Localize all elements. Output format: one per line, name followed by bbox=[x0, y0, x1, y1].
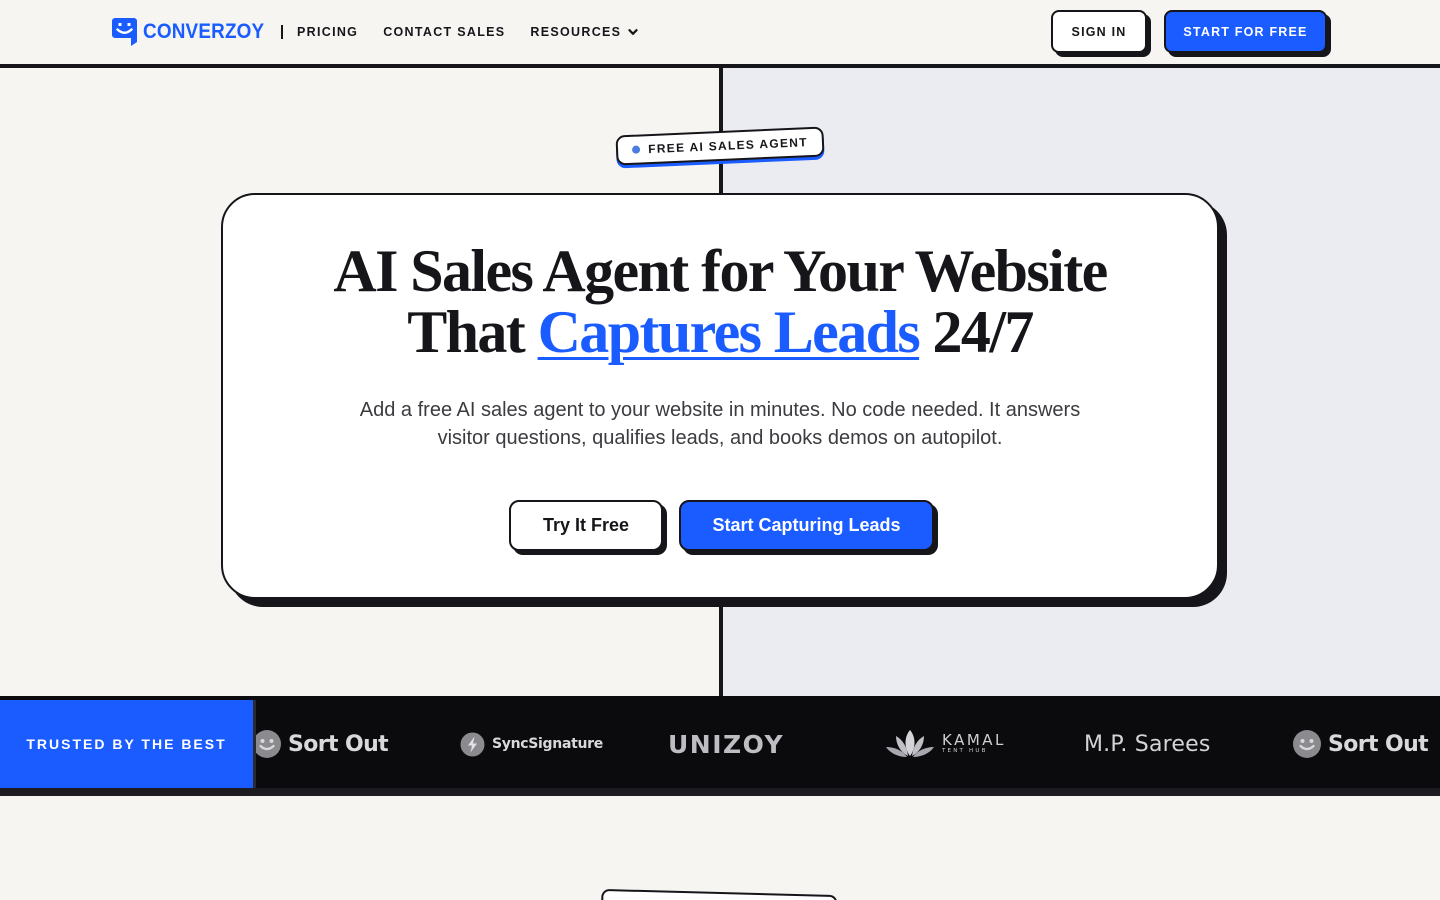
next-section-badge bbox=[600, 888, 838, 900]
logo-sort-out-repeat-text: Sort Out bbox=[1328, 731, 1429, 757]
logo-sort-out: Sort Out bbox=[256, 700, 389, 788]
start-capturing-leads-button[interactable]: Start Capturing Leads bbox=[679, 500, 934, 551]
start-for-free-button[interactable]: START FOR FREE bbox=[1164, 10, 1327, 53]
logo-kamal: KAMAL TENT HUB bbox=[884, 700, 1006, 788]
logo-unizoy: UNIZOY bbox=[668, 700, 784, 788]
logo-syncsignature-text: SyncSignature bbox=[492, 736, 603, 752]
nav-separator bbox=[281, 25, 283, 39]
hero-title-line-2-suffix: 24/7 bbox=[932, 299, 1035, 365]
logo-kamal-wordmark: KAMAL TENT HUB bbox=[942, 733, 1006, 755]
hero-subtitle: Add a free AI sales agent to your websit… bbox=[359, 399, 1081, 449]
logo-marquee: Sort Out SyncSignature UNIZOY KAMAL TENT… bbox=[256, 700, 1440, 788]
nav-links: PRICING CONTACT SALES RESOURCES bbox=[297, 0, 639, 64]
lotus-icon bbox=[886, 730, 934, 757]
badge-text: FREE AI SALES AGENT bbox=[647, 135, 809, 157]
brand-logo[interactable]: CONVERZOY bbox=[112, 18, 278, 46]
logo-mp-sarees-text: M.P. Sarees bbox=[1084, 731, 1211, 757]
hero-title-highlight: Captures Leads bbox=[537, 299, 921, 365]
hero-title: AI Sales Agent for Your Website That Cap… bbox=[223, 241, 1217, 363]
logo-kamal-text: KAMAL bbox=[942, 731, 1006, 750]
logo-kamal-tagline: TENT HUB bbox=[942, 748, 988, 755]
nav-link-resources-label: RESOURCES bbox=[530, 25, 622, 39]
logo-syncsignature: SyncSignature bbox=[460, 700, 603, 788]
sign-in-button[interactable]: SIGN IN bbox=[1051, 10, 1147, 53]
logo-unizoy-text: UNIZOY bbox=[668, 729, 785, 759]
trusted-label: TRUSTED BY THE BEST bbox=[0, 700, 253, 788]
nav-link-pricing[interactable]: PRICING bbox=[297, 25, 358, 39]
chat-bubble-logo-icon bbox=[112, 18, 137, 46]
nav-link-resources[interactable]: RESOURCES bbox=[530, 25, 639, 39]
lightning-bolt-icon bbox=[460, 732, 485, 756]
smiley-face-icon bbox=[1293, 730, 1321, 758]
try-it-free-button[interactable]: Try It Free bbox=[509, 500, 663, 551]
brand-name: CONVERZOY bbox=[143, 20, 265, 43]
nav-link-contact-sales[interactable]: CONTACT SALES bbox=[383, 25, 505, 39]
hero-title-line-2-prefix: That bbox=[407, 299, 526, 365]
hero-card: AI Sales Agent for Your Website That Cap… bbox=[221, 193, 1219, 599]
chevron-down-icon bbox=[628, 29, 638, 35]
hero-title-line-1: AI Sales Agent for Your Website bbox=[333, 238, 1108, 304]
smiley-face-icon bbox=[256, 730, 281, 758]
trusted-strip-bottom-border bbox=[0, 788, 1440, 796]
logo-sort-out-repeat: Sort Out bbox=[1292, 700, 1429, 788]
top-navigation: CONVERZOY PRICING CONTACT SALES RESOURCE… bbox=[0, 0, 1440, 64]
logo-mp-sarees: M.P. Sarees bbox=[1084, 700, 1211, 788]
badge-dot-icon bbox=[631, 145, 641, 154]
logo-sort-out-text: Sort Out bbox=[288, 731, 389, 757]
